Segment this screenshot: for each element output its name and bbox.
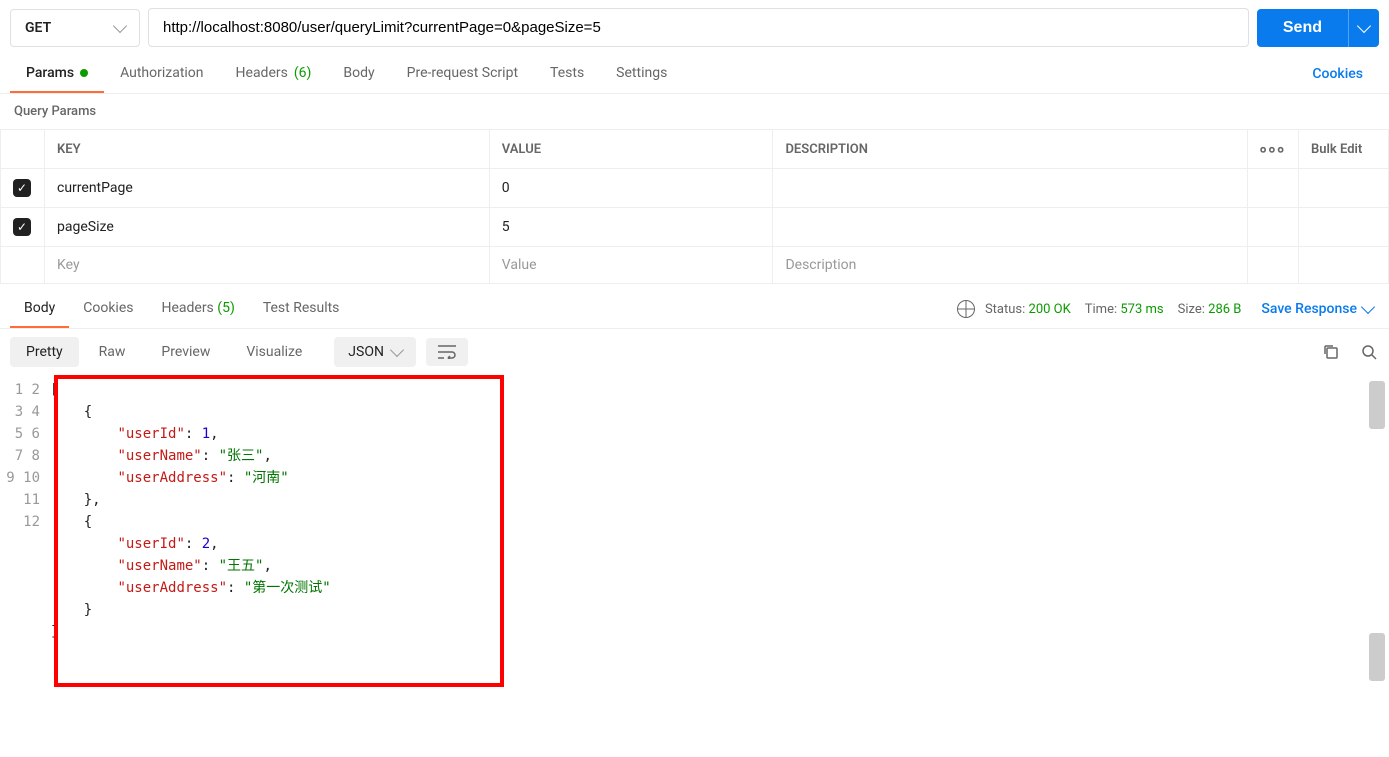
param-key-input[interactable]: Key <box>45 247 490 284</box>
send-dropdown-button[interactable] <box>1348 9 1379 47</box>
tab-body[interactable]: Body <box>327 55 390 93</box>
cookies-link[interactable]: Cookies <box>1296 56 1379 92</box>
tab-tests[interactable]: Tests <box>534 55 600 93</box>
scrollbar-thumb[interactable] <box>1369 633 1385 681</box>
resp-tab-cookies[interactable]: Cookies <box>69 290 147 328</box>
view-visualize[interactable]: Visualize <box>230 337 318 367</box>
size-meta: Size: 286 B <box>1178 302 1242 317</box>
chevron-down-icon <box>1361 300 1375 314</box>
wrap-lines-button[interactable] <box>426 338 468 366</box>
param-key-cell[interactable]: pageSize <box>45 208 490 247</box>
copy-icon[interactable] <box>1321 342 1341 362</box>
response-body-viewer[interactable]: 1 2 3 4 5 6 7 8 9 10 11 12 [ { "userId":… <box>0 375 1389 677</box>
description-header: DESCRIPTION <box>773 130 1247 169</box>
tab-settings[interactable]: Settings <box>600 55 683 93</box>
resp-tab-headers[interactable]: Headers (5) <box>147 290 248 328</box>
time-meta: Time: 573 ms <box>1085 302 1164 317</box>
param-value-cell[interactable]: 5 <box>489 208 773 247</box>
resp-tab-test-results[interactable]: Test Results <box>249 290 354 328</box>
query-params-title: Query Params <box>0 94 1389 129</box>
view-raw[interactable]: Raw <box>83 337 142 367</box>
chevron-down-icon <box>390 343 404 357</box>
view-pretty[interactable]: Pretty <box>10 337 79 367</box>
request-tabs: Params Authorization Headers (6) Body Pr… <box>0 55 1389 94</box>
status-meta: Status: 200 OK <box>985 302 1071 317</box>
param-key-cell[interactable]: currentPage <box>45 169 490 208</box>
param-desc-input[interactable]: Description <box>773 247 1247 284</box>
param-desc-cell[interactable] <box>773 208 1247 247</box>
resp-tab-body[interactable]: Body <box>10 290 69 328</box>
checkbox-checked-icon[interactable]: ✓ <box>13 218 31 236</box>
param-value-input[interactable]: Value <box>489 247 773 284</box>
response-tabs: Body Cookies Headers (5) Test Results St… <box>0 290 1389 329</box>
bulk-edit-button[interactable]: Bulk Edit <box>1299 130 1389 169</box>
checkbox-checked-icon[interactable]: ✓ <box>13 179 31 197</box>
url-input[interactable] <box>148 8 1249 47</box>
checkbox-header <box>1 130 45 169</box>
line-numbers: 1 2 3 4 5 6 7 8 9 10 11 12 <box>0 375 50 647</box>
request-top-bar: GET Send <box>0 0 1389 55</box>
tab-headers[interactable]: Headers (6) <box>220 55 328 93</box>
tab-params[interactable]: Params <box>10 55 104 93</box>
save-response-button[interactable]: Save Response <box>1255 291 1379 327</box>
dot-indicator-icon <box>80 69 88 77</box>
table-row-new: Key Value Description <box>1 247 1389 284</box>
tab-prerequest[interactable]: Pre-request Script <box>391 55 534 93</box>
param-desc-cell[interactable] <box>773 169 1247 208</box>
format-dropdown[interactable]: JSON <box>334 337 416 367</box>
globe-icon[interactable] <box>957 300 975 318</box>
query-params-table: KEY VALUE DESCRIPTION ००० Bulk Edit ✓ cu… <box>0 129 1389 284</box>
send-button-group: Send <box>1257 9 1379 47</box>
send-button[interactable]: Send <box>1257 9 1348 47</box>
view-preview[interactable]: Preview <box>145 337 226 367</box>
chevron-down-icon <box>113 18 127 32</box>
tab-authorization[interactable]: Authorization <box>104 55 219 93</box>
more-options-button[interactable]: ००० <box>1247 130 1298 169</box>
search-icon[interactable] <box>1359 342 1379 362</box>
response-view-bar: Pretty Raw Preview Visualize JSON <box>0 329 1389 375</box>
code-content: [ { "userId": 1, "userName": "张三", "user… <box>50 375 1389 647</box>
value-header: VALUE <box>489 130 773 169</box>
scrollbar-thumb[interactable] <box>1369 381 1385 429</box>
http-method-select[interactable]: GET <box>10 9 140 47</box>
chevron-down-icon <box>1357 18 1371 32</box>
param-value-cell[interactable]: 0 <box>489 169 773 208</box>
table-row: ✓ currentPage 0 <box>1 169 1389 208</box>
table-row: ✓ pageSize 5 <box>1 208 1389 247</box>
method-label: GET <box>25 20 51 36</box>
key-header: KEY <box>45 130 490 169</box>
